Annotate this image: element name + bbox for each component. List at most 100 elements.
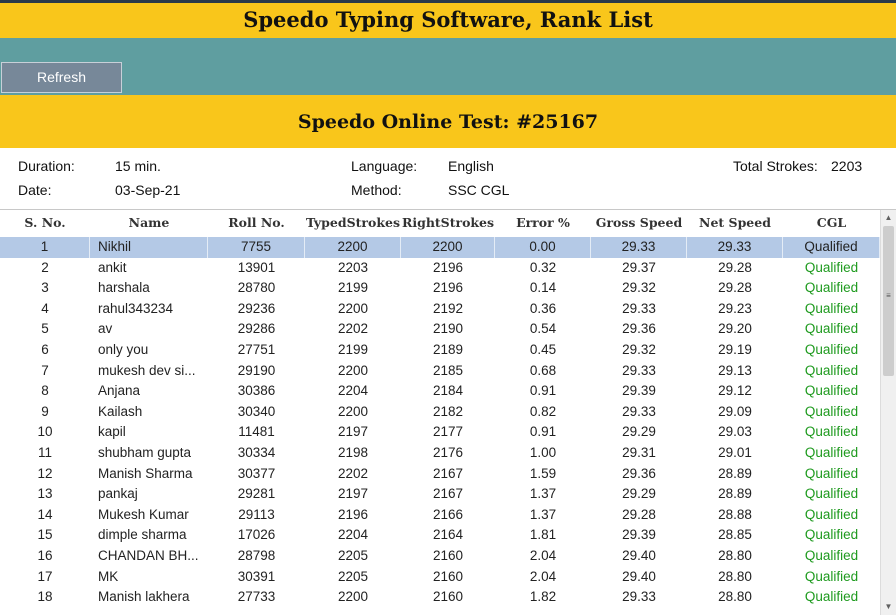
cell-gross: 29.36 (622, 321, 656, 337)
table-header: S. No. Name Roll No. TypedStrokes RightS… (0, 210, 880, 236)
cell-error: 0.82 (529, 403, 557, 419)
cell-sno: 15 (37, 527, 53, 543)
column-header-roll[interactable]: Roll No. (208, 210, 305, 236)
cell-typed: 2205 (337, 568, 369, 584)
cell-sno: 7 (41, 362, 49, 378)
cell-right: 2200 (401, 237, 495, 258)
cell-name: dimple sharma (98, 527, 187, 543)
cell-typed: 2198 (337, 445, 369, 460)
cell-typed: 2204 (337, 527, 369, 543)
column-header-gross[interactable]: Gross Speed (591, 210, 687, 236)
cell-gross: 29.39 (622, 383, 656, 399)
table-row[interactable]: 10 kapil 11481 2197 2177 0.91 29.29 29.03 Qualif… (0, 422, 880, 443)
table-row[interactable]: 17 MK 30391 2205 2160 2.04 29.40 28.80 Qualified (0, 567, 880, 588)
cell-roll: 30340 (237, 403, 276, 419)
cell-gross: 29.40 (622, 568, 656, 584)
cell-error: 0.91 (529, 424, 557, 440)
refresh-button[interactable]: Refresh (1, 62, 122, 93)
table-row[interactable]: 11 shubham gupta 30334 2198 2176 1.00 29.31 29.… (0, 443, 880, 464)
cell-cgl: Qualified (804, 568, 859, 584)
table-row[interactable]: 2 ankit 13901 2203 2196 0.32 29.37 29.28 Qualifi… (0, 258, 880, 279)
cell-name: rahul343234 (98, 300, 174, 316)
triangle-down-icon[interactable]: ▼ (881, 599, 896, 615)
cell-cgl: Qualified (804, 486, 859, 502)
cell-gross: 29.33 (591, 237, 687, 258)
column-header-typed[interactable]: TypedStrokes (305, 210, 401, 236)
table-row[interactable]: 13 pankaj 29281 2197 2167 1.37 29.29 28.89 Quali… (0, 484, 880, 505)
column-header-net[interactable]: Net Speed (687, 210, 783, 236)
cell-right: 2160 (432, 589, 464, 605)
cell-name: Nikhil (90, 237, 208, 258)
vertical-scrollbar[interactable]: ▲ ≡ ▼ (880, 210, 896, 615)
cell-sno: 18 (37, 589, 53, 605)
cell-typed: 2199 (337, 280, 369, 296)
cell-right: 2164 (432, 527, 464, 543)
cell-right: 2182 (432, 403, 464, 419)
cell-net: 28.89 (718, 465, 752, 481)
cell-error: 0.36 (529, 300, 557, 316)
cell-cgl: Qualified (804, 424, 859, 440)
cell-sno: 13 (37, 486, 53, 502)
total-strokes-value: 2203 (831, 158, 863, 174)
scrollbar-thumb[interactable]: ≡ (883, 226, 894, 376)
cell-sno: 9 (41, 403, 49, 419)
cell-net: 29.20 (718, 321, 752, 337)
cell-name: MK (98, 568, 119, 584)
cell-roll: 27751 (237, 342, 276, 357)
column-header-name[interactable]: Name (90, 210, 208, 236)
column-header-sno[interactable]: S. No. (0, 210, 90, 236)
cell-right: 2177 (432, 424, 464, 440)
table-row[interactable]: 15 dimple sharma 17026 2204 2164 1.81 29.39 28.… (0, 525, 880, 546)
table-row[interactable]: 7 mukesh dev si... 29190 2200 2185 0.68 29.33 2… (0, 361, 880, 382)
language-label: Language: (351, 158, 418, 174)
table-row[interactable]: 6 only you 27751 2199 2189 0.45 29.32 29.19 Qual… (0, 340, 880, 361)
cell-gross: 29.29 (622, 486, 656, 502)
cell-roll: 27733 (237, 589, 276, 605)
column-header-right[interactable]: RightStrokes (401, 210, 495, 236)
cell-error: 1.59 (529, 465, 557, 481)
cell-roll: 29190 (237, 362, 276, 378)
triangle-up-icon[interactable]: ▲ (881, 210, 896, 226)
cell-name: pankaj (98, 486, 138, 502)
cell-cgl: Qualified (804, 548, 859, 563)
cell-right: 2192 (432, 300, 464, 316)
cell-error: 1.00 (529, 445, 557, 460)
duration-label: Duration: (18, 158, 75, 174)
table-row[interactable]: 16 CHANDAN BH... 28798 2205 2160 2.04 29.40 28.… (0, 546, 880, 567)
table-row[interactable]: 9 Kailash 30340 2200 2182 0.82 29.33 29.09 Quali… (0, 402, 880, 423)
cell-right: 2190 (432, 321, 464, 337)
method-label: Method: (351, 182, 402, 198)
cell-gross: 29.31 (622, 445, 656, 460)
table-row[interactable]: 8 Anjana 30386 2204 2184 0.91 29.39 29.12 Qualif… (0, 381, 880, 402)
cell-right: 2167 (432, 486, 464, 502)
cell-roll: 28780 (237, 280, 276, 296)
cell-roll: 30334 (237, 445, 276, 460)
table-row[interactable]: 1 Nikhil 7755 2200 2200 0.00 29.33 29.33 Qualifi… (0, 237, 880, 258)
date-value: 03-Sep-21 (115, 182, 181, 198)
cell-roll: 29286 (237, 321, 276, 337)
cell-gross: 29.36 (622, 465, 656, 481)
table-row[interactable]: 5 av 29286 2202 2190 0.54 29.36 29.20 Qualified (0, 319, 880, 340)
table-row[interactable]: 12 Manish Sharma 30377 2202 2167 1.59 29.36 28.… (0, 464, 880, 485)
table-row[interactable]: 4 rahul343234 29236 2200 2192 0.36 29.33 29.23 Q… (0, 299, 880, 320)
cell-error: 2.04 (529, 548, 557, 563)
language-value: English (448, 158, 494, 174)
cell-roll: 29113 (238, 506, 275, 522)
table-row[interactable]: 18 Manish lakhera 27733 2200 2160 1.82 29.33 28… (0, 587, 880, 608)
cell-gross: 29.29 (622, 424, 656, 440)
cell-roll: 7755 (208, 237, 305, 258)
cell-net: 28.80 (718, 568, 752, 584)
cell-cgl: Qualified (804, 403, 859, 419)
cell-typed: 2197 (337, 424, 369, 440)
cell-error: 1.37 (529, 506, 557, 522)
column-header-error[interactable]: Error % (495, 210, 591, 236)
cell-sno: 1 (0, 237, 90, 258)
cell-name: mukesh dev si... (98, 362, 196, 378)
cell-right: 2184 (432, 383, 464, 399)
cell-error: 0.45 (529, 342, 557, 357)
table-row[interactable]: 14 Mukesh Kumar 29113 2196 2166 1.37 29.28 28.8… (0, 505, 880, 526)
column-header-cgl[interactable]: CGL (783, 210, 880, 236)
table-row[interactable]: 3 harshala 28780 2199 2196 0.14 29.32 29.28 Qual… (0, 278, 880, 299)
cell-gross: 29.33 (622, 589, 656, 605)
cell-cgl: Qualified (804, 342, 859, 357)
